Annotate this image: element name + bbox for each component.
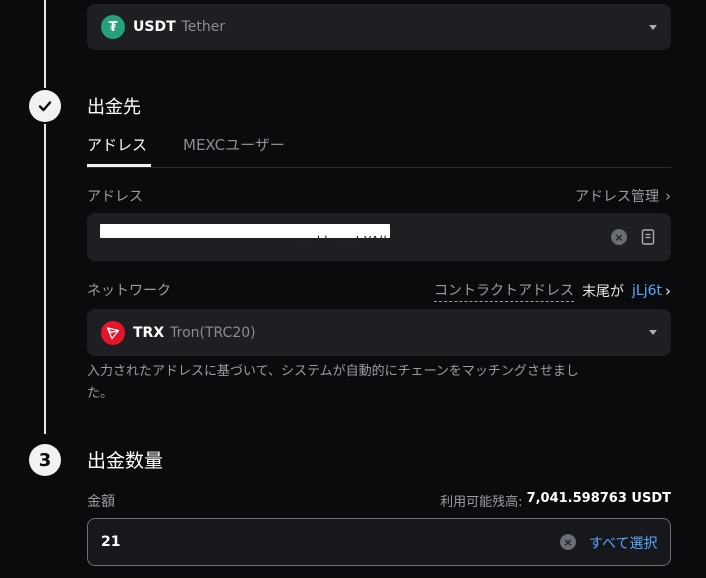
- address-label: アドレス: [87, 189, 143, 205]
- available-balance-label: 利用可能残高:: [440, 495, 523, 510]
- withdraw-amount-title: 出金数量: [87, 450, 164, 472]
- tether-icon: ₮: [101, 15, 125, 39]
- address-manage-label: アドレス管理: [575, 189, 659, 205]
- network-select[interactable]: TRX Tron(TRC20): [87, 309, 671, 356]
- currency-symbol: USDT: [133, 19, 176, 35]
- chevron-right-icon: ›: [665, 282, 671, 300]
- amount-value[interactable]: 21: [101, 534, 120, 550]
- network-label: ネットワーク: [87, 283, 171, 299]
- contract-suffix-label: 末尾が: [582, 284, 625, 300]
- clear-icon[interactable]: ×: [560, 534, 576, 550]
- available-balance: 利用可能残高: 7,041.598763 USDT: [440, 491, 671, 510]
- chevron-down-icon: [649, 24, 657, 30]
- active-tab-indicator: [87, 164, 151, 167]
- chevron-down-icon: [649, 330, 657, 335]
- contract-address-label: コントラクトアドレス: [434, 280, 575, 302]
- network-symbol: TRX: [133, 324, 165, 341]
- step-complete-icon: [29, 90, 61, 122]
- contract-suffix-value: jLj6t: [632, 283, 662, 299]
- available-balance-value: 7,041.598763 USDT: [526, 491, 671, 506]
- tron-icon: [101, 320, 125, 345]
- currency-select[interactable]: ₮ USDT Tether: [87, 4, 671, 50]
- address-manage-link[interactable]: アドレス管理 ›: [575, 186, 671, 206]
- contract-address-info[interactable]: コントラクトアドレス 末尾が jLj6t ›: [434, 280, 671, 302]
- network-match-hint: 入力されたアドレスに基づいて、システムが自動的にチェーンをマッチングさせました。: [87, 364, 579, 401]
- address-book-icon[interactable]: [641, 229, 655, 245]
- withdraw-destination-title: 出金先: [87, 97, 141, 118]
- check-icon: [38, 101, 52, 112]
- destination-tabs: アドレス MEXCユーザー: [87, 126, 671, 168]
- chevron-right-icon: ›: [665, 187, 671, 205]
- select-all-button[interactable]: すべて選択: [589, 533, 657, 553]
- network-name: Tron(TRC20): [170, 324, 256, 341]
- redacted-address: qa; kkuuuI YAll: [100, 224, 390, 248]
- clear-icon[interactable]: ×: [611, 229, 627, 245]
- tab-mexc-user[interactable]: MEXCユーザー: [183, 134, 285, 155]
- tab-address[interactable]: アドレス: [87, 134, 147, 155]
- currency-name: Tether: [181, 19, 226, 35]
- step-rail-middle: [44, 124, 46, 434]
- amount-input[interactable]: 21 × すべて選択: [87, 518, 671, 566]
- address-input[interactable]: qa; kkuuuI YAll ×: [87, 213, 671, 261]
- amount-label: 金額: [87, 494, 115, 510]
- step-number-badge: 3: [29, 444, 61, 476]
- step-rail-top: [44, 0, 46, 88]
- address-visible-fragment: qa; kkuuuI YAll: [292, 234, 388, 248]
